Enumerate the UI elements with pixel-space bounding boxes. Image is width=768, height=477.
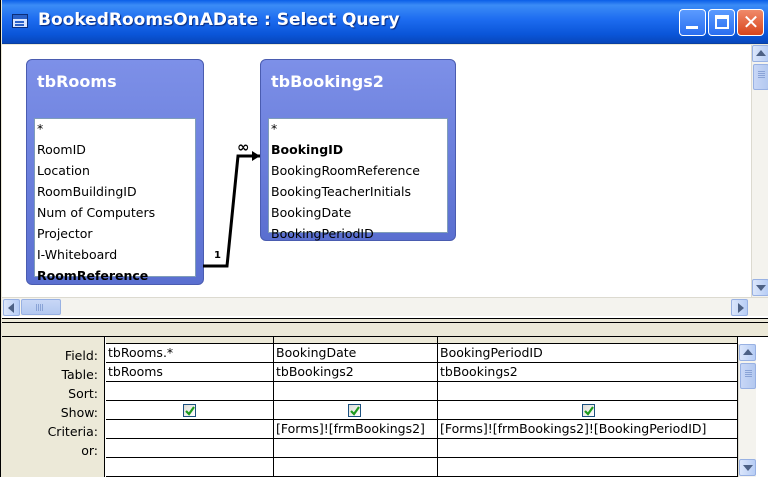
scroll-up-button[interactable] [739,344,756,361]
table-design-pane[interactable]: tbRooms * RoomID Location RoomBuildingID… [2,45,768,318]
design-vertical-scrollbar[interactable] [751,45,768,297]
grid-cell-field[interactable]: tbRooms.* [106,344,274,363]
minimize-icon [686,26,698,29]
grid-row-headers: Field: Table: Sort: Show: Criteria: or: [2,337,105,477]
close-button[interactable]: ✕ [737,9,764,36]
field-item[interactable]: * [37,118,43,139]
field-item[interactable]: BookingDate [271,202,351,223]
chevron-right-icon [738,303,744,313]
field-item[interactable]: I-Whiteboard [37,244,117,265]
field-item[interactable]: Location [37,160,90,181]
close-icon: ✕ [742,10,760,34]
row-label-field: Field: [64,348,98,363]
field-item-primary[interactable]: BookingID [271,139,343,160]
grid-cell-show[interactable] [274,401,438,420]
checkmark-icon [350,406,360,416]
title-bar[interactable]: BookedRoomsOnADate : Select Query ✕ [2,0,768,44]
checkmark-icon [185,406,195,416]
query-design-grid[interactable]: Field: Table: Sort: Show: Criteria: or: … [2,337,768,477]
scroll-thumb[interactable] [753,64,768,90]
field-item[interactable]: RoomBuildingID [37,181,137,202]
column-selector[interactable] [274,337,438,344]
chevron-up-icon [756,50,766,56]
table-field-list-tbrooms[interactable]: tbRooms * RoomID Location RoomBuildingID… [26,59,204,285]
table-name: tbBookings2 [271,72,384,91]
grid-cell-field[interactable]: BookingPeriodID [438,344,738,363]
join-line[interactable] [203,154,260,268]
scroll-right-button[interactable] [731,299,748,316]
scroll-thumb[interactable] [740,363,756,389]
field-item[interactable]: RoomID [37,139,86,160]
field-item[interactable]: Projector [37,223,93,244]
row-label-show: Show: [60,405,98,420]
grid-cell-empty[interactable] [274,458,438,477]
show-checkbox[interactable] [183,404,196,417]
field-list: * RoomID Location RoomBuildingID Num of … [34,118,196,283]
design-horizontal-scrollbar[interactable] [2,297,768,316]
table-field-list-tbbookings2[interactable]: tbBookings2 * BookingID BookingRoomRefer… [260,59,456,241]
field-item[interactable]: Num of Computers [37,202,155,223]
grid-cell-show[interactable] [438,401,738,420]
grid-cell-sort[interactable] [106,382,274,401]
grid-cell-or[interactable] [106,439,274,458]
scroll-left-button[interactable] [3,299,20,316]
query-design-window: BookedRoomsOnADate : Select Query ✕ tbRo… [0,0,768,477]
grid-cell-or[interactable] [438,439,738,458]
field-item-primary[interactable]: RoomReference [37,265,148,286]
chevron-left-icon [8,303,14,313]
checkmark-icon [584,406,594,416]
join-arrow [252,151,260,161]
scroll-thumb[interactable] [21,299,61,315]
row-label-criteria: Criteria: [47,424,98,439]
field-item[interactable]: * [271,118,277,139]
scroll-down-button[interactable] [739,459,756,476]
window-title: BookedRoomsOnADate : Select Query [38,10,400,30]
field-item[interactable]: BookingPeriodID [271,223,374,244]
pane-splitter[interactable] [2,318,768,337]
grid-cell-show[interactable] [106,401,274,420]
chevron-down-icon [743,465,753,471]
grid-cell-sort[interactable] [438,382,738,401]
show-checkbox[interactable] [348,404,361,417]
grid-cell-empty[interactable] [438,458,738,477]
chevron-up-icon [743,349,753,355]
grid-cell-table[interactable]: tbBookings2 [274,363,438,382]
row-label-table: Table: [61,367,98,382]
minimize-button[interactable] [679,9,706,36]
grid-cell-sort[interactable] [274,382,438,401]
column-selector[interactable] [106,337,274,344]
show-checkbox[interactable] [582,404,595,417]
scroll-up-button[interactable] [752,45,768,62]
grid-cell-table[interactable]: tbBookings2 [438,363,738,382]
one-side-label: 1 [214,250,221,261]
maximize-button[interactable] [708,9,735,36]
grid-cell-table[interactable]: tbRooms [106,363,274,382]
grid-cell-criteria[interactable]: [Forms]![frmBookings2]![BookingPeriodID] [438,420,738,439]
maximize-icon [715,15,729,29]
query-window-icon[interactable] [12,14,28,28]
grid-cell-empty[interactable] [106,458,274,477]
table-name: tbRooms [37,72,117,91]
row-label-or: or: [81,443,98,458]
grid-cell-criteria[interactable]: [Forms]![frmBookings2] [274,420,438,439]
grid-cell-criteria[interactable] [106,420,274,439]
grid-vertical-scrollbar[interactable] [738,344,756,477]
field-item[interactable]: BookingRoomReference [271,160,420,181]
column-selector[interactable] [438,337,738,344]
field-item[interactable]: BookingTeacherInitials [271,181,411,202]
field-list: * BookingID BookingRoomReference Booking… [268,118,448,241]
grid-cell-or[interactable] [274,439,438,458]
row-label-sort: Sort: [68,386,98,401]
chevron-down-icon [756,285,766,291]
many-side-label: ∞ [237,138,250,156]
grid-cell-field[interactable]: BookingDate [274,344,438,363]
scroll-down-button[interactable] [752,279,768,296]
